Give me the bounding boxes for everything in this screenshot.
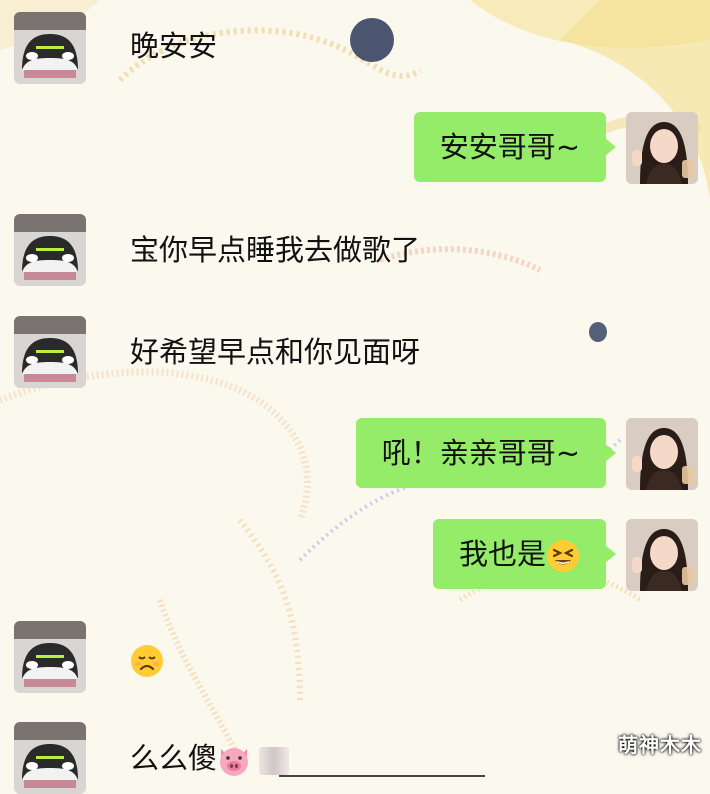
message-row: 吼！亲亲哥哥~ <box>0 418 710 490</box>
grinning-squint-face-emoji <box>546 539 580 573</box>
message-row: 好希望早点和你见面呀 <box>0 316 710 388</box>
message-row <box>0 621 710 693</box>
contact-avatar[interactable] <box>14 214 86 286</box>
message-text[interactable]: 好希望早点和你见面呀 <box>130 332 420 372</box>
message-emoji[interactable] <box>130 639 164 679</box>
contact-avatar[interactable] <box>14 722 86 794</box>
message-bubble[interactable]: 我也是 <box>432 519 617 589</box>
message-row: 晚安安 <box>0 12 710 84</box>
contact-avatar[interactable] <box>14 316 86 388</box>
message-bubble[interactable]: 吼！亲亲哥哥~ <box>355 418 617 488</box>
message-bubble[interactable]: 安安哥哥~ <box>413 112 617 182</box>
message-text-line[interactable]: 么么傻 <box>130 738 486 778</box>
frowning-face-emoji <box>130 644 164 678</box>
message-text: 我也是 <box>458 537 546 571</box>
user-avatar[interactable] <box>626 112 698 184</box>
message-text: 么么傻 <box>130 741 218 775</box>
watermark: 萌神木木 <box>618 733 702 757</box>
message-row: 我也是 <box>0 519 710 591</box>
message-text[interactable]: 宝你早点睡我去做歌了 <box>130 230 420 270</box>
message-text[interactable]: 晚安安 <box>130 26 217 66</box>
message-row: 宝你早点睡我去做歌了 <box>0 214 710 286</box>
contact-avatar[interactable] <box>14 621 86 693</box>
user-avatar[interactable] <box>626 519 698 591</box>
contact-avatar[interactable] <box>14 12 86 84</box>
message-row: 么么傻 <box>0 722 710 794</box>
user-avatar[interactable] <box>626 418 698 490</box>
message-row: 安安哥哥~ <box>0 112 710 184</box>
